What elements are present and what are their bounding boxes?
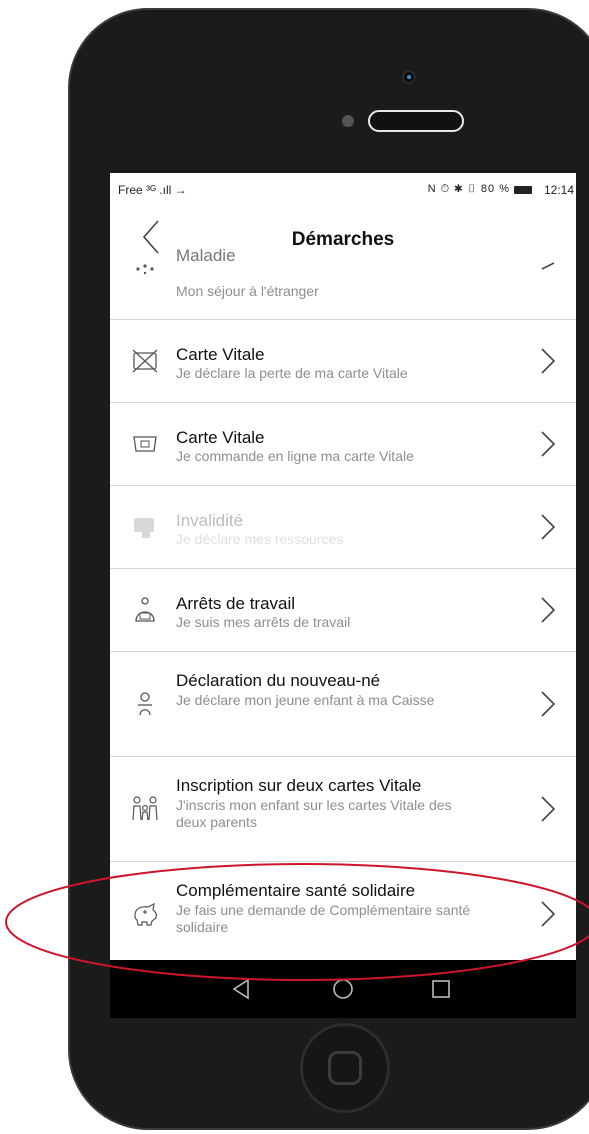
physical-home-button[interactable] xyxy=(300,1023,390,1113)
battery-icon xyxy=(514,186,532,194)
newborn-icon xyxy=(138,692,152,716)
home-button-square xyxy=(328,1051,362,1085)
item-subtitle: Je fais une demande de Complémentaire sa… xyxy=(176,902,471,935)
chevron-right-icon xyxy=(541,514,556,540)
list-item-complementary-health[interactable]: Complémentaire santé solidaire Je fais u… xyxy=(110,862,576,967)
clock: 12:14 xyxy=(543,183,574,197)
item-subtitle: Je déclare mes ressources xyxy=(176,531,344,547)
back-triangle-icon[interactable] xyxy=(228,976,254,1002)
proximity-sensor xyxy=(342,115,354,127)
invalidity-icon xyxy=(134,518,154,538)
item-subtitle: Je commande en ligne ma carte Vitale xyxy=(176,448,414,464)
android-navigation-bar xyxy=(110,960,576,1018)
carrier-label: Free ³ᴳ .ıll → xyxy=(118,183,187,197)
item-subtitle: Je suis mes arrêts de travail xyxy=(176,614,351,630)
chevron-right-icon xyxy=(541,796,556,822)
status-icons: N ⏱ ✱ ▯ 80 % xyxy=(427,183,510,195)
list-item-order-card[interactable]: Carte Vitale Je commande en ligne ma car… xyxy=(110,403,576,486)
list-item-invalidity[interactable]: Invalidité Je déclare mes ressources xyxy=(110,486,576,569)
list-item-two-cards[interactable]: Inscription sur deux cartes Vitale J'ins… xyxy=(110,757,576,862)
sick-leave-icon xyxy=(135,597,155,622)
family-icon xyxy=(132,796,158,821)
item-title: Invalidité xyxy=(176,511,244,530)
list-item-newborn[interactable]: Déclaration du nouveau-né Je déclare mon… xyxy=(110,652,576,757)
item-title: Complémentaire santé solidaire xyxy=(176,881,416,900)
item-subtitle: Je déclare mon jeune enfant à ma Caisse xyxy=(176,692,435,708)
card-crossed-icon xyxy=(132,349,158,373)
globe-dots-icon xyxy=(136,264,154,275)
item-title: Déclaration du nouveau-né xyxy=(176,671,381,690)
chevron-right-icon xyxy=(541,348,556,374)
item-title: Carte Vitale xyxy=(176,345,265,364)
chevron-right-icon xyxy=(541,901,556,927)
chevron-right-icon xyxy=(541,262,555,270)
chevron-right-icon xyxy=(541,431,556,457)
card-order-icon xyxy=(133,436,157,452)
item-title: Carte Vitale xyxy=(176,428,265,447)
home-circle-icon[interactable] xyxy=(330,976,356,1002)
chevron-right-icon xyxy=(541,691,556,717)
list-item-sick-leave[interactable]: Arrêts de travail Je suis mes arrêts de … xyxy=(110,569,576,652)
list-item-lost-card[interactable]: Carte Vitale Je déclare la perte de ma c… xyxy=(110,320,576,403)
chevron-right-icon xyxy=(541,597,556,623)
item-title: Arrêts de travail xyxy=(176,594,296,613)
item-subtitle: Je déclare la perte de ma carte Vitale xyxy=(176,365,408,381)
recent-apps-square-icon[interactable] xyxy=(428,976,454,1002)
phone-screen: Free ³ᴳ .ıll → N ⏱ ✱ ▯ 80 % 12:14 Démarc… xyxy=(110,173,576,1018)
item-subtitle: Mon séjour à l'étranger xyxy=(176,283,319,299)
procedures-list: Maladie Mon séjour à l'étranger Carte Vi… xyxy=(110,246,576,967)
earpiece-speaker xyxy=(368,110,464,132)
piggy-bank-icon xyxy=(134,902,157,926)
item-title: Maladie xyxy=(176,246,236,265)
item-subtitle: J'inscris mon enfant sur les cartes Vita… xyxy=(176,797,452,830)
list-item-travel-abroad[interactable]: Maladie Mon séjour à l'étranger xyxy=(110,246,576,320)
item-title: Inscription sur deux cartes Vitale xyxy=(176,776,422,795)
status-bar: Free ³ᴳ .ıll → N ⏱ ✱ ▯ 80 % 12:14 xyxy=(110,173,576,209)
front-camera xyxy=(404,72,414,82)
